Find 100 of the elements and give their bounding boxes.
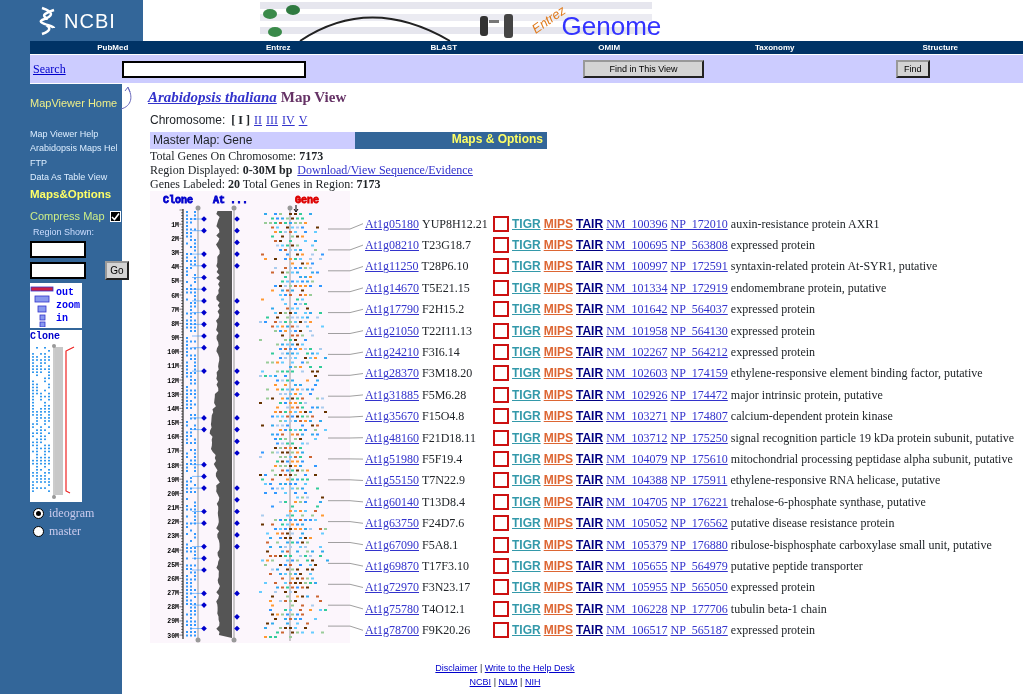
locus-link[interactable]: At1g78700 bbox=[365, 621, 419, 640]
tair-link[interactable]: TAIR bbox=[576, 599, 604, 618]
np-link[interactable]: NP_172919 bbox=[670, 278, 728, 297]
locus-link[interactable]: At1g60140 bbox=[365, 492, 419, 511]
nav-link[interactable]: BLAST bbox=[361, 41, 527, 54]
sidebar-link[interactable]: Data As Table View bbox=[30, 170, 118, 185]
region-end-field[interactable] bbox=[30, 262, 86, 280]
locus-link[interactable]: At1g14670 bbox=[365, 278, 419, 297]
np-link[interactable]: NP_176880 bbox=[670, 535, 728, 554]
nm-link[interactable]: NM_103271 bbox=[606, 407, 668, 426]
sidebar-link[interactable]: Map Viewer Help bbox=[30, 126, 118, 142]
tair-link[interactable]: TAIR bbox=[576, 300, 604, 319]
locus-link[interactable]: At1g17790 bbox=[365, 300, 419, 319]
nm-link[interactable]: NM_100396 bbox=[606, 214, 668, 233]
gene-checkbox[interactable] bbox=[493, 301, 509, 318]
gene-checkbox[interactable] bbox=[493, 322, 509, 339]
gene-checkbox[interactable] bbox=[493, 237, 509, 254]
find-in-view-button[interactable]: Find in This View bbox=[583, 60, 704, 78]
compress-checkbox[interactable] bbox=[109, 210, 121, 222]
gene-checkbox[interactable] bbox=[493, 215, 509, 232]
footer-link[interactable]: NLM bbox=[498, 677, 518, 687]
gene-checkbox[interactable] bbox=[493, 279, 509, 296]
np-link[interactable]: NP_172591 bbox=[670, 257, 728, 276]
gene-checkbox[interactable] bbox=[493, 472, 509, 489]
tair-link[interactable]: TAIR bbox=[576, 236, 604, 255]
gene-checkbox[interactable] bbox=[493, 386, 509, 403]
locus-link[interactable]: At1g72970 bbox=[365, 578, 419, 597]
tair-link[interactable]: TAIR bbox=[576, 514, 604, 533]
gene-checkbox[interactable] bbox=[493, 557, 509, 574]
np-link[interactable]: NP_175250 bbox=[670, 428, 728, 447]
tair-link[interactable]: TAIR bbox=[576, 556, 604, 575]
tair-link[interactable]: TAIR bbox=[576, 278, 604, 297]
search-link[interactable]: Search bbox=[30, 60, 122, 78]
locus-link[interactable]: At1g75780 bbox=[365, 599, 419, 618]
tair-link[interactable]: TAIR bbox=[576, 257, 604, 276]
nav-link[interactable]: Structure bbox=[857, 41, 1023, 54]
footer-link[interactable]: NIH bbox=[524, 677, 541, 687]
nm-link[interactable]: NM_102603 bbox=[606, 364, 668, 383]
nm-link[interactable]: NM_102926 bbox=[606, 385, 668, 404]
nav-link[interactable]: PubMed bbox=[30, 41, 196, 54]
nm-link[interactable]: NM_101334 bbox=[606, 278, 668, 297]
locus-link[interactable]: At1g51980 bbox=[365, 450, 419, 468]
nm-link[interactable]: NM_105955 bbox=[606, 578, 668, 597]
gene-checkbox[interactable] bbox=[493, 258, 509, 275]
np-link[interactable]: NP_564037 bbox=[670, 300, 728, 319]
tair-link[interactable]: TAIR bbox=[576, 621, 604, 640]
np-link[interactable]: NP_176221 bbox=[670, 492, 728, 511]
gene-checkbox[interactable] bbox=[493, 493, 509, 510]
locus-link[interactable]: At1g05180 bbox=[365, 214, 419, 233]
go-button[interactable]: Go bbox=[105, 261, 129, 281]
tair-link[interactable]: TAIR bbox=[576, 385, 604, 404]
nm-link[interactable]: NM_104388 bbox=[606, 471, 668, 490]
nm-link[interactable]: NM_104079 bbox=[606, 450, 668, 468]
tair-link[interactable]: TAIR bbox=[576, 428, 604, 447]
zoom-label[interactable]: zoom bbox=[56, 299, 80, 313]
download-link[interactable]: Download/View Sequence/Evidence bbox=[297, 163, 473, 177]
nm-link[interactable]: NM_101958 bbox=[606, 321, 668, 340]
tair-link[interactable]: TAIR bbox=[576, 450, 604, 468]
nm-link[interactable]: NM_105379 bbox=[606, 535, 668, 554]
np-link[interactable]: NP_174159 bbox=[670, 364, 728, 383]
zoom-label[interactable]: out bbox=[56, 286, 80, 300]
gene-checkbox[interactable] bbox=[493, 365, 509, 382]
tair-link[interactable]: TAIR bbox=[576, 364, 604, 383]
nm-link[interactable]: NM_106228 bbox=[606, 599, 668, 618]
locus-link[interactable]: At1g28370 bbox=[365, 364, 419, 383]
gene-checkbox[interactable] bbox=[493, 429, 509, 446]
np-link[interactable]: NP_563808 bbox=[670, 236, 728, 255]
locus-link[interactable]: At1g55150 bbox=[365, 471, 419, 490]
chromosome-link[interactable]: IV bbox=[282, 111, 295, 129]
chromosome-link[interactable]: V bbox=[298, 111, 308, 129]
locus-link[interactable]: At1g31885 bbox=[365, 385, 419, 404]
gene-checkbox[interactable] bbox=[493, 515, 509, 532]
nm-link[interactable]: NM_100695 bbox=[606, 236, 668, 255]
locus-link[interactable]: At1g63750 bbox=[365, 514, 419, 533]
tair-link[interactable]: TAIR bbox=[576, 578, 604, 597]
np-link[interactable]: NP_176562 bbox=[670, 514, 728, 533]
gene-checkbox[interactable] bbox=[493, 451, 509, 467]
species-link[interactable]: Arabidopsis thaliana bbox=[148, 85, 277, 109]
np-link[interactable]: NP_174807 bbox=[670, 407, 728, 426]
tair-link[interactable]: TAIR bbox=[576, 407, 604, 426]
locus-link[interactable]: At1g48160 bbox=[365, 428, 419, 447]
np-link[interactable]: NP_172010 bbox=[670, 214, 728, 233]
nav-link[interactable]: Entrez bbox=[195, 41, 361, 54]
tair-link[interactable]: TAIR bbox=[576, 535, 604, 554]
nm-link[interactable]: NM_105655 bbox=[606, 556, 668, 575]
nav-link[interactable]: Taxonomy bbox=[692, 41, 858, 54]
nav-link[interactable]: OMIM bbox=[526, 41, 692, 54]
locus-link[interactable]: At1g35670 bbox=[365, 407, 419, 426]
search-field[interactable] bbox=[122, 60, 306, 78]
np-link[interactable]: NP_175610 bbox=[670, 450, 728, 468]
nm-link[interactable]: NM_102267 bbox=[606, 343, 668, 362]
locus-link[interactable]: At1g69870 bbox=[365, 556, 419, 575]
gene-checkbox[interactable] bbox=[493, 408, 509, 425]
tair-link[interactable]: TAIR bbox=[576, 492, 604, 511]
np-link[interactable]: NP_565050 bbox=[670, 578, 728, 597]
find-button[interactable]: Find bbox=[896, 60, 930, 78]
locus-link[interactable]: At1g21050 bbox=[365, 321, 419, 340]
tair-link[interactable]: TAIR bbox=[576, 214, 604, 233]
nm-link[interactable]: NM_100997 bbox=[606, 257, 668, 276]
sidebar-link[interactable]: FTP bbox=[30, 155, 118, 171]
